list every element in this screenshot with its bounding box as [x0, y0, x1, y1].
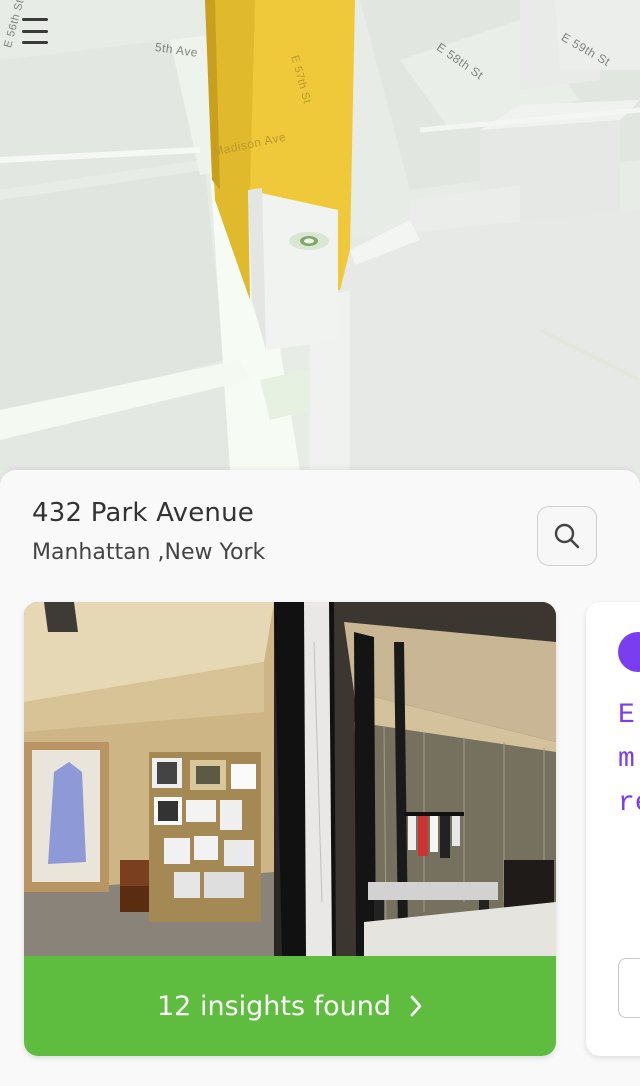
- card-text: E m re: [618, 700, 640, 819]
- insights-found-button[interactable]: 12 insights found: [24, 956, 556, 1056]
- hamburger-menu-icon[interactable]: [22, 18, 50, 44]
- search-icon: [554, 523, 580, 549]
- insight-card[interactable]: 12 insights found: [24, 602, 556, 1056]
- insight-card-secondary[interactable]: E m re: [586, 602, 640, 1056]
- location-subtitle: Manhattan ,New York: [32, 540, 266, 565]
- chevron-right-icon: [409, 994, 423, 1018]
- map-3d-buildings: [0, 0, 640, 500]
- location-title: 432 Park Avenue: [32, 498, 254, 528]
- map-view[interactable]: 5th Ave Madison Ave E 58th St E 59th St …: [0, 0, 640, 500]
- search-button[interactable]: [537, 506, 597, 566]
- card-action-button[interactable]: [618, 958, 640, 1018]
- brand-logo-icon: [618, 632, 640, 672]
- insights-count-label: 12 insights found: [157, 990, 391, 1022]
- store-interior-photo: [24, 602, 556, 956]
